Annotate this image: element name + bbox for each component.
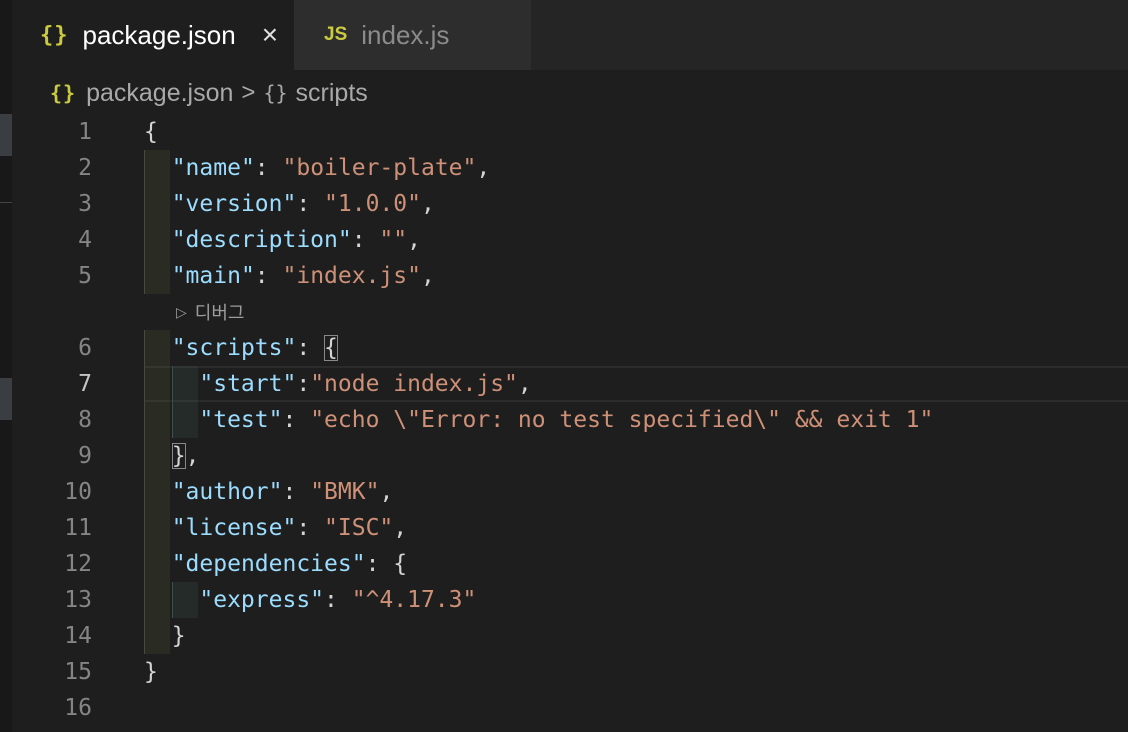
line-number: 8 [78,407,92,433]
line-number: 1 [78,119,92,145]
code-text: "author": "BMK", [171,479,394,505]
line-number: 3 [78,191,92,217]
code-text: "test": "echo \"Error: no test specified… [199,407,934,433]
code-line: 15 } [12,654,1128,690]
line-number: 12 [64,551,92,577]
activity-bar [0,0,12,732]
codelens-label: 디버그 [194,303,245,323]
code-line: 6 "scripts": { [12,330,1128,366]
chevron-right-icon: > [241,79,256,106]
json-string: "boiler-plate" [282,155,477,181]
code-line: 4 "description": "", [12,222,1128,258]
line-number: 14 [64,623,92,649]
code-text: } [144,618,186,654]
json-string: "echo \"Error: no test specified\" && ex… [310,407,934,433]
code-text: "version": "1.0.0", [171,191,435,217]
json-string: "1.0.0" [324,191,421,217]
code-text: "license": "ISC", [171,515,408,541]
code-text: } [144,654,158,690]
code-text: "description": "", [171,227,421,253]
json-string: "^4.17.3" [351,587,477,613]
json-key: "dependencies" [171,551,366,577]
code-line-current: 7 "start":"node index.js", [12,366,1128,402]
json-key: "license" [171,515,297,541]
json-string: "BMK" [310,479,380,505]
code-text: }, [171,443,200,469]
play-icon: ▷ [176,303,187,320]
line-number: 7 [78,371,92,397]
code-line: 14 } [12,618,1128,654]
brace: } [171,623,186,649]
brace: } [144,659,158,685]
code-line: 12 "dependencies": { [12,546,1128,582]
debug-codelens[interactable]: ▷ 디버그 [176,294,244,330]
code-line: 5 "main": "index.js", [12,258,1128,294]
json-string: "node index.js" [310,371,518,397]
line-number: 13 [64,587,92,613]
json-string: "ISC" [324,515,394,541]
activity-divider [0,202,12,203]
line-number: 15 [64,659,92,685]
line-number: 10 [64,479,92,505]
close-icon[interactable]: × [262,21,278,49]
breadcrumb-file[interactable]: package.json [86,79,233,108]
code-text: "main": "index.js", [171,263,435,289]
json-key: "description" [171,227,352,253]
line-number: 9 [78,443,92,469]
code-line: 16 [12,690,1128,726]
brace: { [393,551,408,577]
code-editor[interactable]: 1 { 2 "name": "boiler-plate", 3 "version… [12,114,1128,732]
brace: { [144,119,158,145]
json-key: "start" [199,371,297,397]
code-line: 10 "author": "BMK", [12,474,1128,510]
json-string: "index.js" [282,263,421,289]
line-number: 4 [78,227,92,253]
code-text: "express": "^4.17.3" [199,587,477,613]
activity-indicator [0,114,12,156]
breadcrumb: {} package.json > {} scripts [50,76,368,110]
line-number: 16 [64,695,92,721]
code-text: "dependencies": { [171,551,408,577]
breadcrumb-symbol[interactable]: scripts [296,79,368,108]
json-key: "author" [171,479,283,505]
code-text: "name": "boiler-plate", [171,155,491,181]
line-number: 5 [78,263,92,289]
code-line: 13 "express": "^4.17.3" [12,582,1128,618]
code-line: 3 "version": "1.0.0", [12,186,1128,222]
json-key: "express" [199,587,325,613]
code-line: 8 "test": "echo \"Error: no test specifi… [12,402,1128,438]
tab-package-json[interactable]: {} package.json × [12,0,294,70]
activity-indicator [0,378,12,420]
json-key: "main" [171,263,255,289]
tab-label: package.json [82,19,236,50]
code-line: 11 "license": "ISC", [12,510,1128,546]
json-file-icon: {} [50,81,77,105]
json-string: "" [379,227,408,253]
json-key: "name" [171,155,255,181]
json-key: "scripts" [171,335,297,361]
line-number: 11 [64,515,92,541]
json-file-icon: {} [40,22,69,48]
object-icon: {} [263,81,288,105]
tab-index-js[interactable]: JS index.js [294,0,532,70]
json-key: "version" [171,191,297,217]
tab-label: index.js [361,19,450,50]
matched-bracket: { [324,335,338,361]
line-number: 6 [78,335,92,361]
code-text: "scripts": { [171,335,338,361]
code-text: "start":"node index.js", [199,371,532,397]
code-line: 9 }, [12,438,1128,474]
code-text: { [144,114,158,150]
json-key: "test" [199,407,283,433]
js-file-icon: JS [324,24,348,45]
matched-bracket: } [171,443,186,469]
code-line: 1 { [12,114,1128,150]
code-line: 2 "name": "boiler-plate", [12,150,1128,186]
line-number: 2 [78,155,92,181]
